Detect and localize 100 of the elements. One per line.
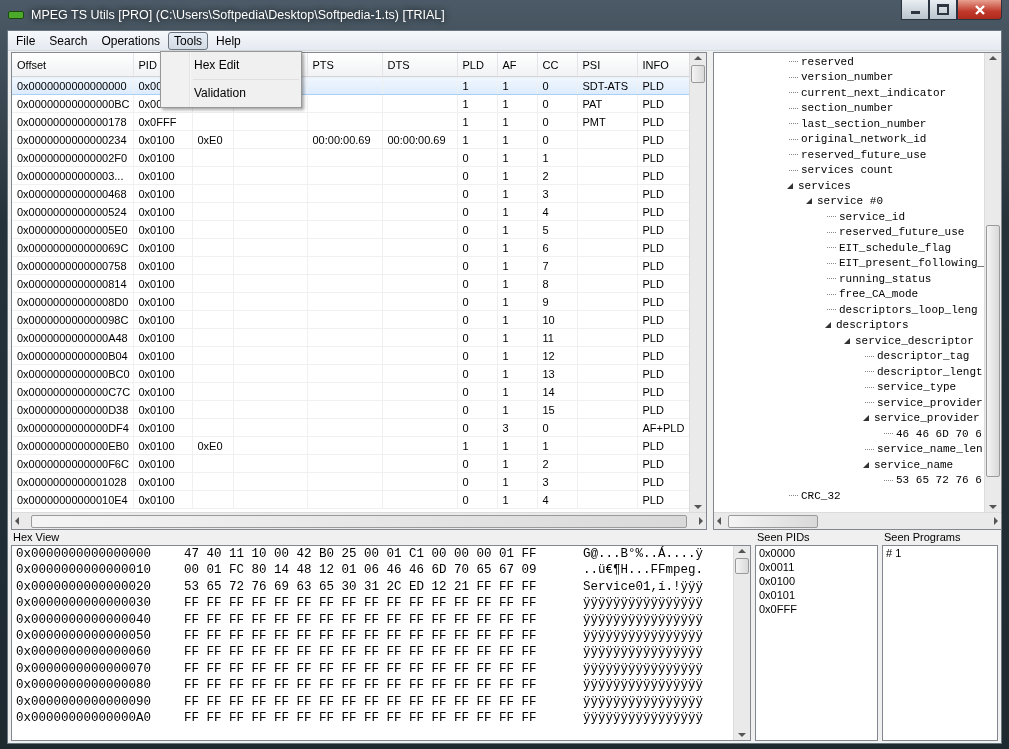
- tree-item[interactable]: service_provider: [877, 396, 983, 409]
- menu-item[interactable]: Operations: [95, 31, 167, 50]
- table-cell: 3: [537, 184, 577, 203]
- scrollbar[interactable]: [714, 512, 1002, 529]
- table-cell: PMT: [577, 112, 637, 131]
- tree-item[interactable]: descriptor_tag: [877, 350, 970, 363]
- tree-item[interactable]: service_name: [874, 458, 954, 471]
- table-cell: 14: [537, 382, 577, 401]
- column-header[interactable]: PSI: [577, 53, 637, 77]
- tree-item[interactable]: reserved_future_use: [839, 226, 965, 239]
- tree-item[interactable]: current_next_indicator: [801, 86, 947, 99]
- tree-item[interactable]: services count: [801, 164, 894, 177]
- column-header[interactable]: PLD: [457, 53, 497, 77]
- scrollbar[interactable]: [984, 53, 1002, 512]
- table-cell: 0: [457, 310, 497, 329]
- table-cell: 0x0100: [133, 202, 192, 221]
- table-cell: 8: [537, 274, 577, 293]
- column-header[interactable]: INFO: [637, 53, 689, 77]
- close-button[interactable]: [957, 0, 1002, 20]
- list-item[interactable]: 0x0000: [759, 547, 874, 561]
- tree-item[interactable]: services: [798, 179, 851, 192]
- tree-item[interactable]: free_CA_mode: [839, 288, 919, 301]
- table-cell: 0x0100: [133, 364, 192, 383]
- tree-item[interactable]: CRC_32: [801, 489, 841, 502]
- tree-item[interactable]: last_section_number: [801, 117, 927, 130]
- list-item[interactable]: 0x0100: [759, 575, 874, 589]
- expanded-triangle-icon[interactable]: [863, 415, 869, 422]
- table-cell: 0x0100: [133, 310, 192, 329]
- hex-ascii: ÿÿÿÿÿÿÿÿÿÿÿÿÿÿÿÿ: [583, 645, 704, 662]
- tree-item[interactable]: service_name_len: [877, 443, 983, 456]
- list-item[interactable]: 0x0011: [759, 561, 874, 575]
- table-cell: 0x0FFF: [133, 112, 192, 131]
- minimize-button[interactable]: [901, 0, 929, 20]
- scrollbar[interactable]: [733, 546, 750, 740]
- expanded-triangle-icon[interactable]: [844, 337, 850, 344]
- tree-item[interactable]: EIT_present_following_: [839, 257, 985, 270]
- table-cell: 0: [457, 166, 497, 185]
- expanded-triangle-icon[interactable]: [806, 198, 812, 205]
- tree-item[interactable]: descriptors_loop_leng: [839, 303, 978, 316]
- tree-item[interactable]: section_number: [801, 102, 894, 115]
- scrollbar[interactable]: [689, 53, 706, 512]
- tree-item[interactable]: reserved_future_use: [801, 148, 927, 161]
- hex-bytes: FF FF FF FF FF FF FF FF FF FF FF FF FF FF FF FF: [184, 694, 538, 711]
- table-cell: 0x0000000000000DF4: [12, 418, 133, 437]
- menu-item[interactable]: Help: [210, 31, 247, 50]
- tree-item[interactable]: descriptor_lengt: [877, 365, 983, 378]
- hex-ascii: ÿÿÿÿÿÿÿÿÿÿÿÿÿÿÿÿ: [583, 678, 704, 695]
- table-cell: 3: [497, 418, 537, 437]
- hex-ascii: ÿÿÿÿÿÿÿÿÿÿÿÿÿÿÿÿ: [583, 694, 704, 711]
- table-cell: 1: [497, 130, 537, 149]
- tree-item[interactable]: 46 46 6D 70 6: [896, 427, 982, 440]
- table-cell: 0x0000000000001028: [12, 472, 133, 491]
- table-cell: 0: [457, 346, 497, 365]
- app-icon: [8, 11, 24, 19]
- expanded-triangle-icon[interactable]: [787, 182, 793, 189]
- table-cell: 0: [537, 112, 577, 131]
- scrollbar[interactable]: [12, 512, 706, 529]
- tree-item[interactable]: EIT_schedule_flag: [839, 241, 952, 254]
- hex-bytes: FF FF FF FF FF FF FF FF FF FF FF FF FF FF FF FF: [184, 710, 538, 727]
- list-item[interactable]: 0x0FFF: [759, 603, 874, 617]
- tree-item[interactable]: service_descriptor: [855, 334, 974, 347]
- tree-item[interactable]: descriptors: [836, 319, 909, 332]
- column-header[interactable]: DTS: [382, 53, 457, 77]
- maximize-button[interactable]: [929, 0, 957, 20]
- column-header[interactable]: CC: [537, 53, 577, 77]
- menu-item[interactable]: Hex Edit: [161, 54, 301, 77]
- tree-item[interactable]: service #0: [817, 195, 883, 208]
- table-cell: 0: [457, 472, 497, 491]
- table-cell: 0x0100: [133, 328, 192, 347]
- tree-item[interactable]: service_id: [839, 210, 905, 223]
- expanded-triangle-icon[interactable]: [863, 461, 869, 468]
- table-cell: 0: [457, 184, 497, 203]
- table-cell: 0x0100: [133, 346, 192, 365]
- tree-item[interactable]: service_type: [877, 381, 957, 394]
- table-cell: 12: [537, 346, 577, 365]
- column-header[interactable]: AF: [497, 53, 537, 77]
- table-cell: 0: [457, 274, 497, 293]
- tree-item[interactable]: service_provider: [874, 412, 980, 425]
- hex-ascii: ÿÿÿÿÿÿÿÿÿÿÿÿÿÿÿÿ: [583, 710, 704, 727]
- column-header[interactable]: PTS: [307, 53, 382, 77]
- tree-item[interactable]: original_network_id: [801, 133, 927, 146]
- tree-item[interactable]: reserved: [801, 55, 854, 68]
- tree-item[interactable]: 53 65 72 76 6: [896, 474, 982, 487]
- table-cell: 1: [457, 112, 497, 131]
- tree-item[interactable]: running_status: [839, 272, 932, 285]
- list-box[interactable]: 0x0000 0x0011 0x0100 0x0101 0x0FFF: [755, 545, 878, 741]
- expanded-triangle-icon[interactable]: [825, 322, 831, 329]
- table-cell: 0: [457, 238, 497, 257]
- menu-item[interactable]: File: [10, 31, 42, 50]
- list-item[interactable]: # 1: [886, 547, 994, 561]
- table-cell: 1: [497, 292, 537, 311]
- list-item[interactable]: 0x0101: [759, 589, 874, 603]
- menu-item[interactable]: Tools: [168, 31, 209, 50]
- table-cell: 0: [457, 490, 497, 509]
- list-box[interactable]: # 1: [882, 545, 998, 741]
- table-cell: 1: [497, 220, 537, 239]
- tree-item[interactable]: version_number: [801, 71, 894, 84]
- table-cell: 0x0100: [133, 256, 192, 275]
- menu-item[interactable]: Search: [43, 31, 94, 50]
- column-header[interactable]: Offset: [12, 53, 133, 77]
